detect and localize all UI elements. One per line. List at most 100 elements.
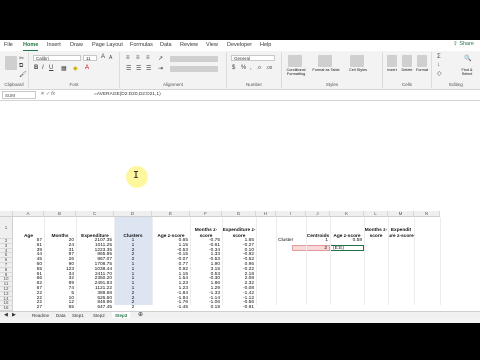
find-select-icon[interactable]: 🔍 — [464, 55, 471, 62]
wrap-text-button[interactable] — [170, 56, 218, 62]
tab-insert[interactable]: Insert — [47, 42, 61, 48]
column-header-f[interactable]: F — [190, 211, 222, 217]
editing-group: Σ ↓ ◇ 🔍 Find & Select Editing — [432, 52, 480, 88]
header-clusters: Clusters — [123, 233, 143, 239]
column-header-j[interactable]: J — [306, 211, 330, 217]
gridline — [44, 217, 45, 305]
underline-icon[interactable]: U — [49, 65, 53, 71]
indent-icon[interactable]: ⇥ — [158, 65, 163, 72]
active-cell-editor[interactable]: (E:E) — [330, 244, 364, 251]
tab-file[interactable]: File — [4, 42, 13, 48]
column-header-i[interactable]: I — [276, 211, 306, 217]
header-expenditure-z: Expenditure z-score — [222, 228, 256, 239]
alignment-label: Alignment — [162, 82, 183, 87]
formula-bar: SUM ✕ ✓ fx =AVERAGE(D2:D20,D2:D21,1) — [0, 90, 480, 101]
gridline — [256, 217, 257, 305]
share-icon: ⇪ — [453, 41, 458, 47]
font-size-select[interactable]: 11 — [83, 55, 97, 61]
font-color-icon[interactable]: A — [85, 65, 89, 71]
number-label: Number — [245, 82, 262, 87]
gridline — [152, 217, 153, 305]
merge-center-button[interactable] — [170, 66, 218, 72]
comma-icon[interactable]: , — [250, 65, 252, 71]
centroid-cluster-1[interactable]: 1 — [306, 238, 330, 244]
format-painter-icon[interactable]: 🖌 — [19, 71, 27, 78]
increase-decimal-icon[interactable]: .0 — [257, 65, 261, 70]
column-header-m[interactable]: M — [388, 211, 414, 217]
tab-page-layout[interactable]: Page Layout — [92, 42, 123, 48]
header-centroids: Centroids — [306, 233, 330, 239]
column-header-h[interactable]: H — [256, 211, 276, 217]
align-center-icon[interactable]: ☰ — [136, 65, 141, 72]
tab-developer[interactable]: Developer — [227, 42, 252, 48]
tab-view[interactable]: View — [206, 42, 218, 48]
copy-icon[interactable]: ⧉ — [19, 63, 23, 70]
formula-input[interactable]: =AVERAGE(D2:D20,D2:D21,1) — [94, 92, 161, 97]
bold-icon[interactable]: B — [34, 65, 38, 71]
gridline — [330, 217, 331, 305]
styles-group: Conditional Formatting Format as Table C… — [282, 52, 383, 88]
worksheet-grid[interactable]: A B C D E F G H I J K L M N 1 Age Months Expenditure Clust… — [0, 211, 480, 311]
delete-cells-icon[interactable] — [402, 55, 412, 67]
align-top-icon[interactable]: ≡ — [126, 55, 130, 61]
gridline — [114, 217, 115, 305]
cut-icon[interactable]: ✂ — [19, 55, 24, 62]
header-age: Age — [23, 233, 34, 239]
column-header-c[interactable]: C — [76, 211, 114, 217]
gridline — [76, 217, 77, 305]
align-left-icon[interactable]: ☰ — [126, 65, 131, 72]
align-middle-icon[interactable]: ≡ — [136, 55, 140, 61]
tab-home[interactable]: Home — [23, 42, 39, 51]
centroid-cluster-2[interactable]: 2 — [292, 244, 330, 251]
column-header-g[interactable]: G — [222, 211, 256, 217]
font-name-select[interactable]: Calibri — [33, 55, 81, 61]
number-format-select[interactable]: General — [231, 55, 275, 61]
column-header-b[interactable]: B — [44, 211, 76, 217]
grid-blank-area — [0, 101, 480, 211]
cell-styles-label: Cell Styles — [349, 68, 367, 72]
currency-icon[interactable]: $ — [232, 65, 235, 71]
percent-icon[interactable]: % — [241, 65, 246, 71]
font-group: Calibri 11 A A B I U ▦ ◆ A Font — [29, 52, 120, 88]
increase-font-icon[interactable]: A — [101, 54, 105, 60]
header-expenditure: Expenditure — [81, 233, 109, 239]
autosum-icon[interactable]: Σ — [437, 54, 441, 60]
clear-icon[interactable]: ◇ — [437, 70, 442, 77]
column-header-e[interactable]: E — [152, 211, 190, 217]
format-as-table-icon[interactable] — [318, 55, 332, 67]
align-bottom-icon[interactable]: ≡ — [146, 55, 150, 61]
tab-data[interactable]: Data — [160, 42, 172, 48]
tab-review[interactable]: Review — [180, 42, 198, 48]
gridline — [306, 217, 307, 305]
fx-icon[interactable]: ✕ ✓ fx — [40, 91, 55, 97]
column-header-l[interactable]: L — [364, 211, 388, 217]
insert-cells-icon[interactable] — [387, 55, 397, 67]
column-header-k[interactable]: K — [330, 211, 364, 217]
align-right-icon[interactable]: ☰ — [146, 65, 151, 72]
name-box[interactable]: SUM — [2, 91, 36, 99]
column-header-n[interactable]: N — [414, 211, 440, 217]
column-header-a[interactable]: A — [13, 211, 44, 217]
tab-help[interactable]: Help — [260, 42, 271, 48]
gridline — [414, 217, 415, 305]
orientation-icon[interactable]: ↗ — [158, 55, 163, 62]
cell-styles-icon[interactable] — [350, 55, 364, 67]
italic-icon[interactable]: I — [42, 65, 44, 71]
format-cells-icon[interactable] — [417, 55, 427, 67]
centroid-age-z-1[interactable]: 0.58 — [330, 238, 364, 244]
find-select-label: Find & Select — [461, 68, 473, 76]
header-l-months-z: Months z-score — [364, 228, 388, 239]
decrease-decimal-icon[interactable]: .00 — [266, 65, 272, 70]
share-button[interactable]: ⇪ Share — [453, 41, 474, 47]
tab-draw[interactable]: Draw — [70, 42, 83, 48]
fill-icon[interactable]: ↓ — [437, 62, 440, 68]
paste-icon[interactable] — [5, 56, 17, 70]
decrease-font-icon[interactable]: A — [109, 55, 112, 61]
row-header[interactable]: 1 — [0, 217, 13, 239]
borders-icon[interactable]: ▦ — [61, 65, 67, 72]
conditional-formatting-icon[interactable] — [288, 55, 302, 67]
status-bar — [0, 318, 480, 323]
tab-formulas[interactable]: Formulas — [130, 42, 153, 48]
header-age-z: Age z-score — [157, 233, 185, 239]
fill-color-icon[interactable]: ◆ — [73, 65, 78, 72]
